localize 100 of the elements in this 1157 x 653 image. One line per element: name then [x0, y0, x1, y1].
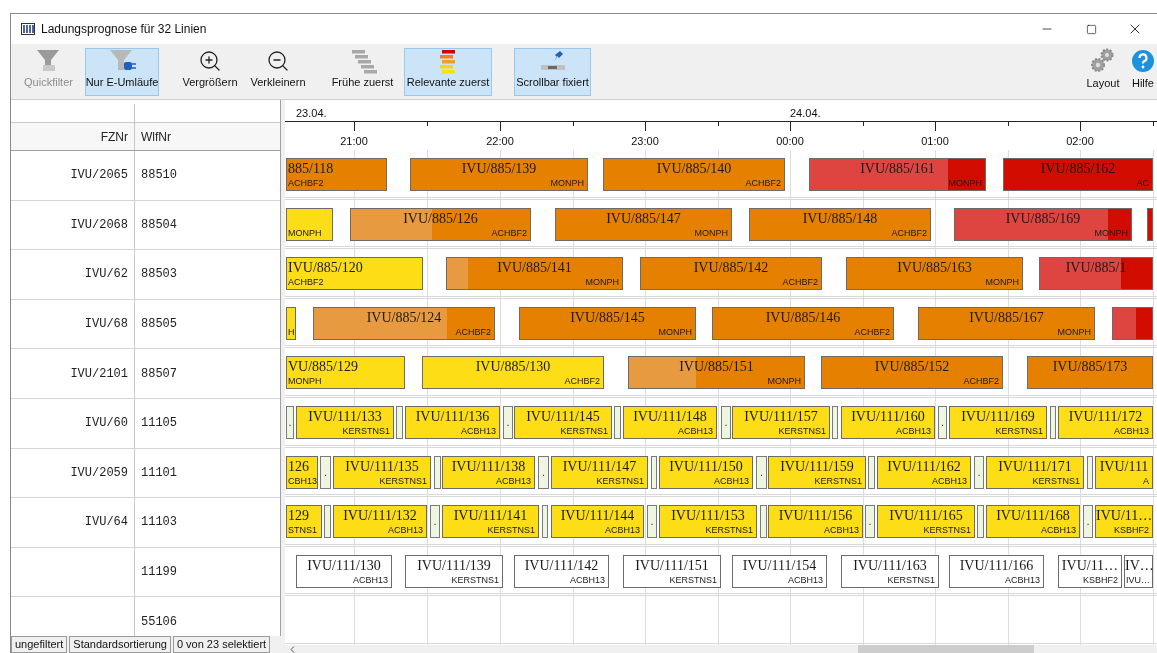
horizontal-scrollbar[interactable] — [285, 645, 1157, 653]
trip-bar[interactable]: IVU/111/147 KERSTNS1 — [551, 455, 648, 489]
toolbar-button[interactable]: Scrollbar fixiert — [514, 47, 591, 96]
trip-bar[interactable]: IVU/111/168 ACBH13 — [986, 505, 1080, 539]
trip-bar[interactable]: IVU/111/154 ACBH13 — [732, 554, 827, 588]
table-cell-text: 88507 — [141, 365, 177, 383]
trip-bar[interactable]: IVU/111/163 KERSTNS1 — [841, 554, 939, 588]
trip-label: IVU/111/156 — [777, 507, 854, 526]
trip-bar[interactable]: IVU/111/169 KERSTNS1 — [949, 406, 1047, 439]
column-header[interactable]: WlfNr — [135, 123, 280, 150]
trip-bar[interactable]: IVU/111/153 KERSTNS1 — [659, 505, 757, 539]
trip-label: IVU/111/153 — [670, 507, 746, 526]
table-cell-text: 11105 — [141, 415, 177, 433]
trip-bar[interactable]: IVU/885/151 MONPH — [628, 356, 805, 390]
trip-bar[interactable]: VU/885/129 MONPH — [286, 356, 405, 390]
trip-bar[interactable]: MONPH — [286, 207, 333, 241]
trip-bar[interactable]: IVU/885/1 — [1039, 257, 1153, 291]
trip-label: VU/885/129 — [287, 358, 359, 377]
trip-bar[interactable]: 129 STNS1 — [286, 505, 322, 539]
toolbar-button[interactable]: Frühe zuerst — [329, 47, 396, 96]
trip-bar[interactable]: IVU/885/145 MONPH — [519, 306, 696, 340]
scroll-left-icon[interactable] — [290, 646, 295, 653]
trip-bar[interactable]: IVU/111/172 ACBH13 — [1058, 406, 1153, 439]
trip-bar[interactable]: IVU/885/141 MONPH — [446, 257, 623, 291]
trip-bar[interactable] — [1112, 306, 1153, 340]
gap-marker: . — [430, 505, 440, 539]
toolbar-button[interactable]: Hilfe — [1129, 47, 1157, 96]
trip-bar[interactable]: 126 CBH13 — [286, 455, 318, 489]
trip-bar[interactable]: IVU/111/156 ACBH13 — [768, 505, 863, 539]
trip-label: IVU/111/144 — [559, 507, 636, 526]
toolbar-button[interactable]: Relevante zuerst — [404, 47, 492, 96]
trip-bar[interactable]: IVU/885/167 MONPH — [918, 306, 1095, 340]
toolbar-button[interactable]: Vergrößern — [179, 47, 241, 96]
trip-bar[interactable]: IVU/885/148 ACHBF2 — [749, 207, 931, 241]
trip-label: IVU/885/139 — [460, 160, 538, 178]
trip-bar[interactable]: IVU/11… KSBHF2 — [1095, 505, 1153, 539]
toolbar-button[interactable]: Nur E-Umläufe — [85, 47, 159, 96]
depot-code: ACBH13 — [1005, 574, 1040, 586]
trip-bar[interactable]: IVU/111/130 ACBH13 — [296, 554, 392, 588]
trip-bar[interactable]: IVU/885/124 ACHBF2 — [313, 306, 495, 340]
trip-bar[interactable]: IVU/111/139 KERSTNS1 — [405, 554, 503, 588]
trip-bar[interactable]: IVU/111/135 KERSTNS1 — [333, 455, 431, 489]
depot-code: ACHBF2 — [491, 227, 527, 239]
trip-bar[interactable]: IVU/111/136 ACBH13 — [405, 406, 500, 439]
trip-bar[interactable]: H — [286, 306, 296, 340]
status-text: ungefiltert — [11, 636, 68, 653]
trip-bar[interactable]: IVU/885/120 ACHBF2 — [286, 257, 423, 291]
trip-bar[interactable]: IVU/111/151 KERSTNS1 — [623, 554, 721, 588]
depot-code: KERSTNS1 — [379, 475, 427, 487]
trip-bar[interactable]: IVU/111/144 ACBH13 — [551, 505, 644, 539]
trip-bar[interactable]: IVU/885/146 ACHBF2 — [712, 306, 894, 340]
trip-bar[interactable]: IVU/111/145 KERSTNS1 — [514, 406, 612, 439]
trip-bar[interactable]: IVU/111/160 ACBH13 — [841, 406, 935, 439]
trip-bar[interactable]: 885/118 ACHBF2 — [286, 158, 387, 191]
trip-bar[interactable]: IVU/111/171 KERSTNS1 — [986, 455, 1084, 489]
trip-bar[interactable]: IVU/885/173 — [1027, 356, 1153, 390]
trip-label: IVU/111/165 — [888, 507, 964, 526]
trip-bar[interactable]: IVU/885/126 ACHBF2 — [350, 207, 531, 241]
trip-bar[interactable]: IVU/885/142 ACHBF2 — [640, 257, 822, 291]
trip-bar[interactable]: IVU/111/141 KERSTNS1 — [442, 505, 539, 539]
trip-label: 126 — [287, 457, 310, 476]
toolbar-button[interactable]: Verkleinern — [249, 47, 307, 96]
trip-label: IVU/111/168 — [995, 507, 1071, 526]
trip-bar[interactable]: IVU/885/130 ACHBF2 — [422, 356, 604, 390]
trip-label: IVU/885/1 — [1064, 259, 1128, 278]
trip-bar[interactable]: IVU/885/140 ACHBF2 — [603, 158, 785, 191]
depot-code: ACBH13 — [353, 574, 388, 586]
trip-label: IVU/111/172 — [1067, 408, 1144, 426]
column-header[interactable]: FZNr — [11, 123, 135, 150]
trip-label: IVU/111/157 — [743, 408, 819, 426]
trip-bar[interactable]: IVU/111/148 ACBH13 — [623, 406, 717, 439]
hour-label: 01:00 — [920, 134, 950, 149]
trip-bar[interactable]: IVU/885/139 MONPH — [410, 158, 588, 191]
trip-bar[interactable]: IVU/111/138 ACBH13 — [442, 455, 535, 489]
trip-bar[interactable]: IVU/111/157 KERSTNS1 — [732, 406, 830, 439]
trip-bar[interactable]: IVU/111/132 ACBH13 — [333, 505, 427, 539]
trip-bar[interactable]: IVU/111/162 ACBH13 — [877, 455, 971, 489]
trip-bar[interactable]: IVU/111/150 ACBH13 — [659, 455, 753, 489]
trip-bar[interactable] — [1147, 207, 1153, 241]
trip-bar[interactable]: IVU/885/161 MONPH — [809, 158, 986, 191]
trip-bar[interactable]: IVU/111/165 KERSTNS1 — [877, 505, 975, 539]
trip-bar[interactable]: IVU/111/133 KERSTNS1 — [296, 406, 394, 439]
trip-bar[interactable]: IVU/11… KSBHF2 — [1058, 554, 1122, 588]
gap-marker — [832, 406, 838, 439]
trip-label: IVU/111/150 — [668, 457, 744, 476]
trip-bar[interactable]: IVU/885/163 MONPH — [846, 257, 1023, 291]
trip-bar[interactable]: IVU/111 A — [1095, 455, 1153, 489]
depot-code: KERSTNS1 — [560, 426, 608, 437]
depot-code: MONPH — [1094, 227, 1128, 239]
scrollbar-thumb[interactable] — [858, 645, 1034, 653]
help-icon — [1131, 49, 1155, 74]
trip-bar[interactable]: IVU/885/147 MONPH — [555, 207, 732, 241]
trip-bar[interactable]: IVU/111/142 ACBH13 — [514, 554, 609, 588]
trip-bar[interactable]: IVU/885/152 ACHBF2 — [821, 356, 1003, 390]
trip-bar[interactable]: IVU/111/166 ACBH13 — [949, 554, 1044, 588]
trip-bar[interactable]: IVU/111/159 KERSTNS1 — [768, 455, 866, 489]
trip-bar[interactable]: IV… IVU… — [1124, 554, 1153, 588]
trip-bar[interactable]: IVU/885/169 MONPH — [954, 207, 1132, 241]
hour-label: 22:00 — [485, 134, 515, 149]
toolbar-button[interactable]: Layout — [1081, 47, 1125, 96]
